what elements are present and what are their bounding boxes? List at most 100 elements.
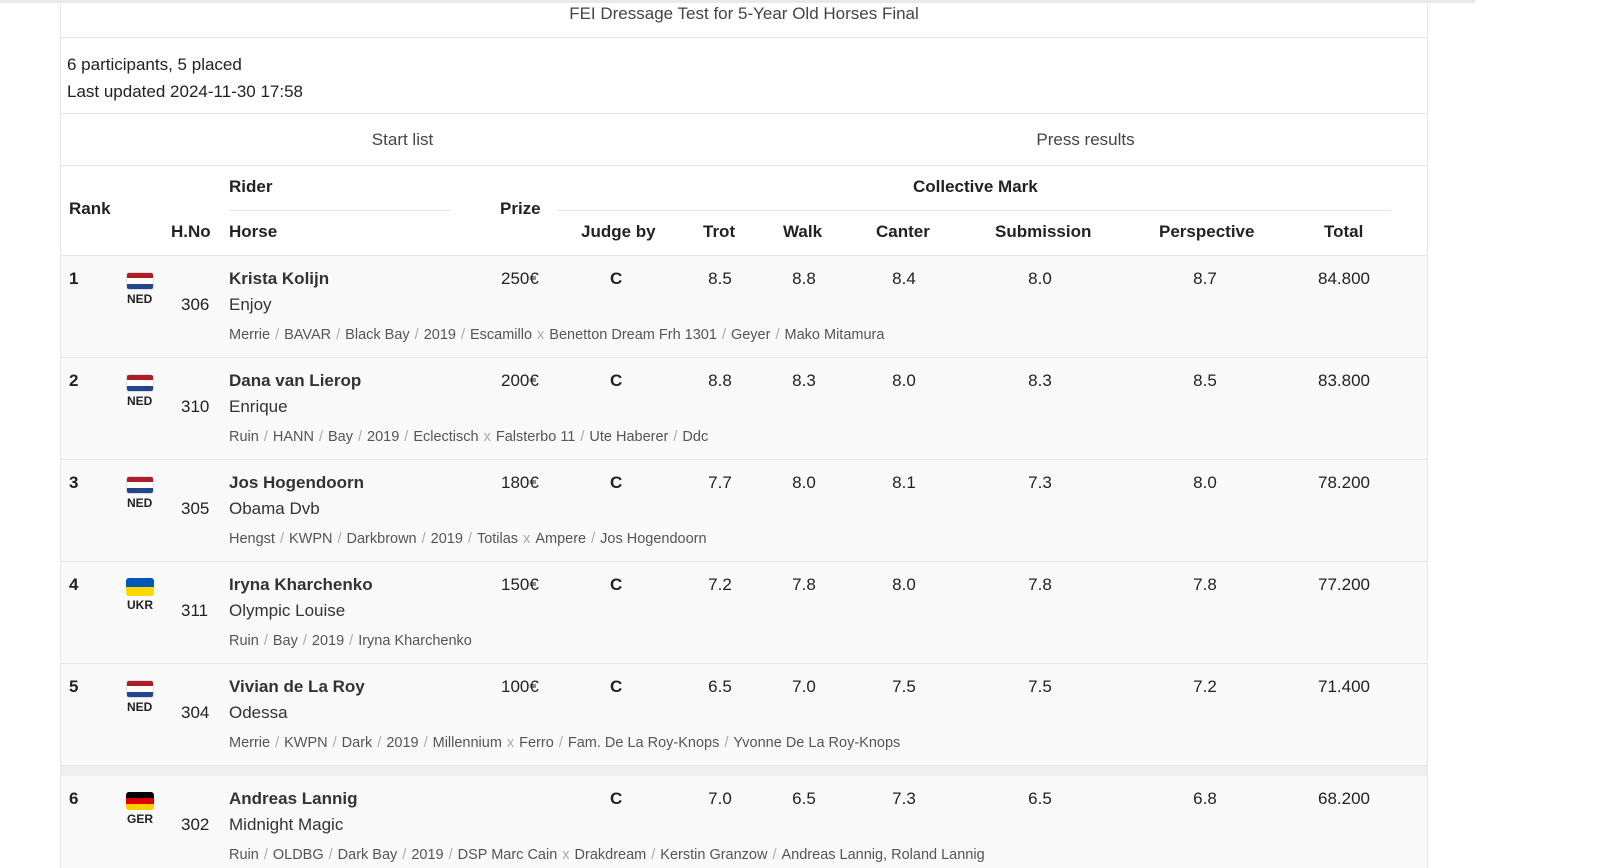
table-row[interactable]: 6 GER 302 Andreas Lannig Midnight Magic Ruin /… bbox=[61, 766, 1427, 868]
details-item: Yvonne De La Roy-Knops bbox=[733, 735, 901, 751]
details-separator: / bbox=[421, 531, 426, 547]
nation-flag-icon bbox=[126, 476, 154, 494]
details-separator: / bbox=[337, 531, 342, 547]
pedigree-cross: x bbox=[523, 531, 531, 547]
header-rank[interactable]: Rank bbox=[69, 199, 111, 219]
rider-name[interactable]: Iryna Kharchenko bbox=[229, 575, 373, 595]
nation-flag-icon bbox=[126, 374, 154, 392]
rider-name[interactable]: Jos Hogendoorn bbox=[229, 473, 364, 493]
details-item: Millennium bbox=[432, 735, 502, 751]
score-walk: 8.0 bbox=[792, 473, 816, 492]
judge-position: C bbox=[610, 371, 623, 390]
results-table-body: 1 NED 306 Krista Kolijn Enjoy Merrie / BAVAR / Bl… bbox=[61, 256, 1427, 868]
details-separator: / bbox=[414, 327, 419, 343]
table-row[interactable]: 4 UKR 311 Iryna Kharchenko Olympic Louise Rui… bbox=[61, 562, 1427, 664]
score-total: 68.200 bbox=[1318, 789, 1370, 808]
details-item: Darkbrown bbox=[346, 531, 417, 547]
details-item: Iryna Kharchenko bbox=[358, 633, 472, 649]
details-item: Black Bay bbox=[345, 327, 410, 343]
details-separator: / bbox=[460, 327, 465, 343]
horse-details: Ruin / HANN / Bay/2019/Eclectisch x Falsterbo … bbox=[229, 429, 708, 445]
header-trot[interactable]: Trot bbox=[703, 222, 735, 242]
horse-number: 305 bbox=[181, 499, 210, 518]
header-prize[interactable]: Prize bbox=[500, 199, 541, 219]
details-separator: / bbox=[275, 327, 280, 343]
score-canter: 7.3 bbox=[892, 789, 916, 808]
details-separator: / bbox=[275, 735, 280, 751]
rider-name[interactable]: Vivian de La Roy bbox=[229, 677, 365, 697]
header-hno[interactable]: H.No bbox=[171, 222, 211, 242]
horse-name[interactable]: Midnight Magic bbox=[229, 815, 343, 835]
score-walk: 7.0 bbox=[792, 677, 816, 696]
horse-name[interactable]: Enrique bbox=[229, 397, 288, 417]
top-border bbox=[0, 0, 1475, 3]
details-item: Ampere bbox=[535, 531, 587, 547]
details-separator: / bbox=[263, 633, 268, 649]
details-item: DSP Marc Cain bbox=[457, 847, 558, 863]
details-separator: / bbox=[591, 531, 596, 547]
details-item: Ddc bbox=[682, 429, 709, 445]
tab-press-results[interactable]: Press results bbox=[744, 114, 1427, 165]
details-separator: / bbox=[404, 429, 409, 445]
horse-name[interactable]: Olympic Louise bbox=[229, 601, 345, 621]
details-separator: / bbox=[721, 327, 726, 343]
header-walk[interactable]: Walk bbox=[783, 222, 822, 242]
details-separator: / bbox=[349, 633, 354, 649]
score-canter: 8.0 bbox=[892, 371, 916, 390]
details-item: Dark bbox=[341, 735, 373, 751]
table-row[interactable]: 3 NED 305 Jos Hogendoorn Obama Dvb Hengst / KWP… bbox=[61, 460, 1427, 562]
horse-name[interactable]: Odessa bbox=[229, 703, 288, 723]
table-row[interactable]: 5 NED 304 Vivian de La Roy Odessa Merrie / KWPN… bbox=[61, 664, 1427, 766]
pedigree-cross: x bbox=[506, 735, 515, 751]
table-row[interactable]: 1 NED 306 Krista Kolijn Enjoy Merrie / BAVAR / Bl… bbox=[61, 256, 1427, 358]
header-judge[interactable]: Judge by bbox=[581, 222, 656, 242]
tab-start-list[interactable]: Start list bbox=[61, 114, 744, 165]
details-item: Benetton Dream Frh 1301 bbox=[549, 327, 717, 343]
score-total: 77.200 bbox=[1318, 575, 1370, 594]
header-horse[interactable]: Horse bbox=[229, 222, 277, 242]
rank-value: 5 bbox=[69, 677, 79, 696]
score-submission: 8.3 bbox=[1028, 371, 1052, 390]
score-walk: 8.8 bbox=[792, 269, 816, 288]
horse-name[interactable]: Enjoy bbox=[229, 295, 272, 315]
score-submission: 6.5 bbox=[1028, 789, 1052, 808]
score-trot: 8.5 bbox=[708, 269, 732, 288]
results-summary: 6 participants, 5 placed Last updated 20… bbox=[61, 38, 1427, 114]
details-item: Dark Bay bbox=[337, 847, 398, 863]
score-walk: 7.8 bbox=[792, 575, 816, 594]
rider-name[interactable]: Andreas Lannig bbox=[229, 789, 357, 809]
details-item: Falsterbo 11 bbox=[495, 429, 576, 445]
rank-value: 6 bbox=[69, 789, 79, 808]
score-submission: 7.8 bbox=[1028, 575, 1052, 594]
details-item: Bay bbox=[327, 429, 353, 445]
details-item: 2019 bbox=[311, 633, 345, 649]
results-tabs: Start list Press results bbox=[61, 114, 1427, 166]
score-canter: 8.0 bbox=[892, 575, 916, 594]
details-separator: / bbox=[263, 847, 268, 863]
details-item: 2019 bbox=[423, 327, 456, 343]
participants-count: 6 participants, 5 placed bbox=[67, 55, 242, 74]
details-separator: / bbox=[302, 633, 307, 649]
rider-name[interactable]: Dana van Lierop bbox=[229, 371, 361, 391]
table-row[interactable]: 2 NED 310 Dana van Lierop Enrique Ruin / HANN / B… bbox=[61, 358, 1427, 460]
header-canter[interactable]: Canter bbox=[876, 222, 930, 242]
prize-value: 250€ bbox=[501, 269, 539, 288]
horse-name[interactable]: Obama Dvb bbox=[229, 499, 320, 519]
rider-name[interactable]: Krista Kolijn bbox=[229, 269, 329, 289]
prize-value: 150€ bbox=[501, 575, 539, 594]
details-separator: / bbox=[673, 429, 678, 445]
score-submission: 8.0 bbox=[1028, 269, 1052, 288]
header-perspective[interactable]: Perspective bbox=[1159, 222, 1254, 242]
header-rider[interactable]: Rider bbox=[229, 177, 272, 197]
nation-code: UKR bbox=[127, 598, 153, 612]
details-item: HANN bbox=[272, 429, 314, 445]
details-item: KWPN bbox=[284, 735, 328, 751]
score-trot: 8.8 bbox=[708, 371, 732, 390]
details-separator: / bbox=[467, 531, 472, 547]
nation-flag-icon bbox=[126, 578, 154, 596]
rank-value: 4 bbox=[69, 575, 79, 594]
header-submission[interactable]: Submission bbox=[995, 222, 1091, 242]
pedigree-cross: x bbox=[483, 429, 491, 445]
header-total[interactable]: Total bbox=[1324, 222, 1363, 242]
pedigree-cross: x bbox=[537, 327, 545, 343]
